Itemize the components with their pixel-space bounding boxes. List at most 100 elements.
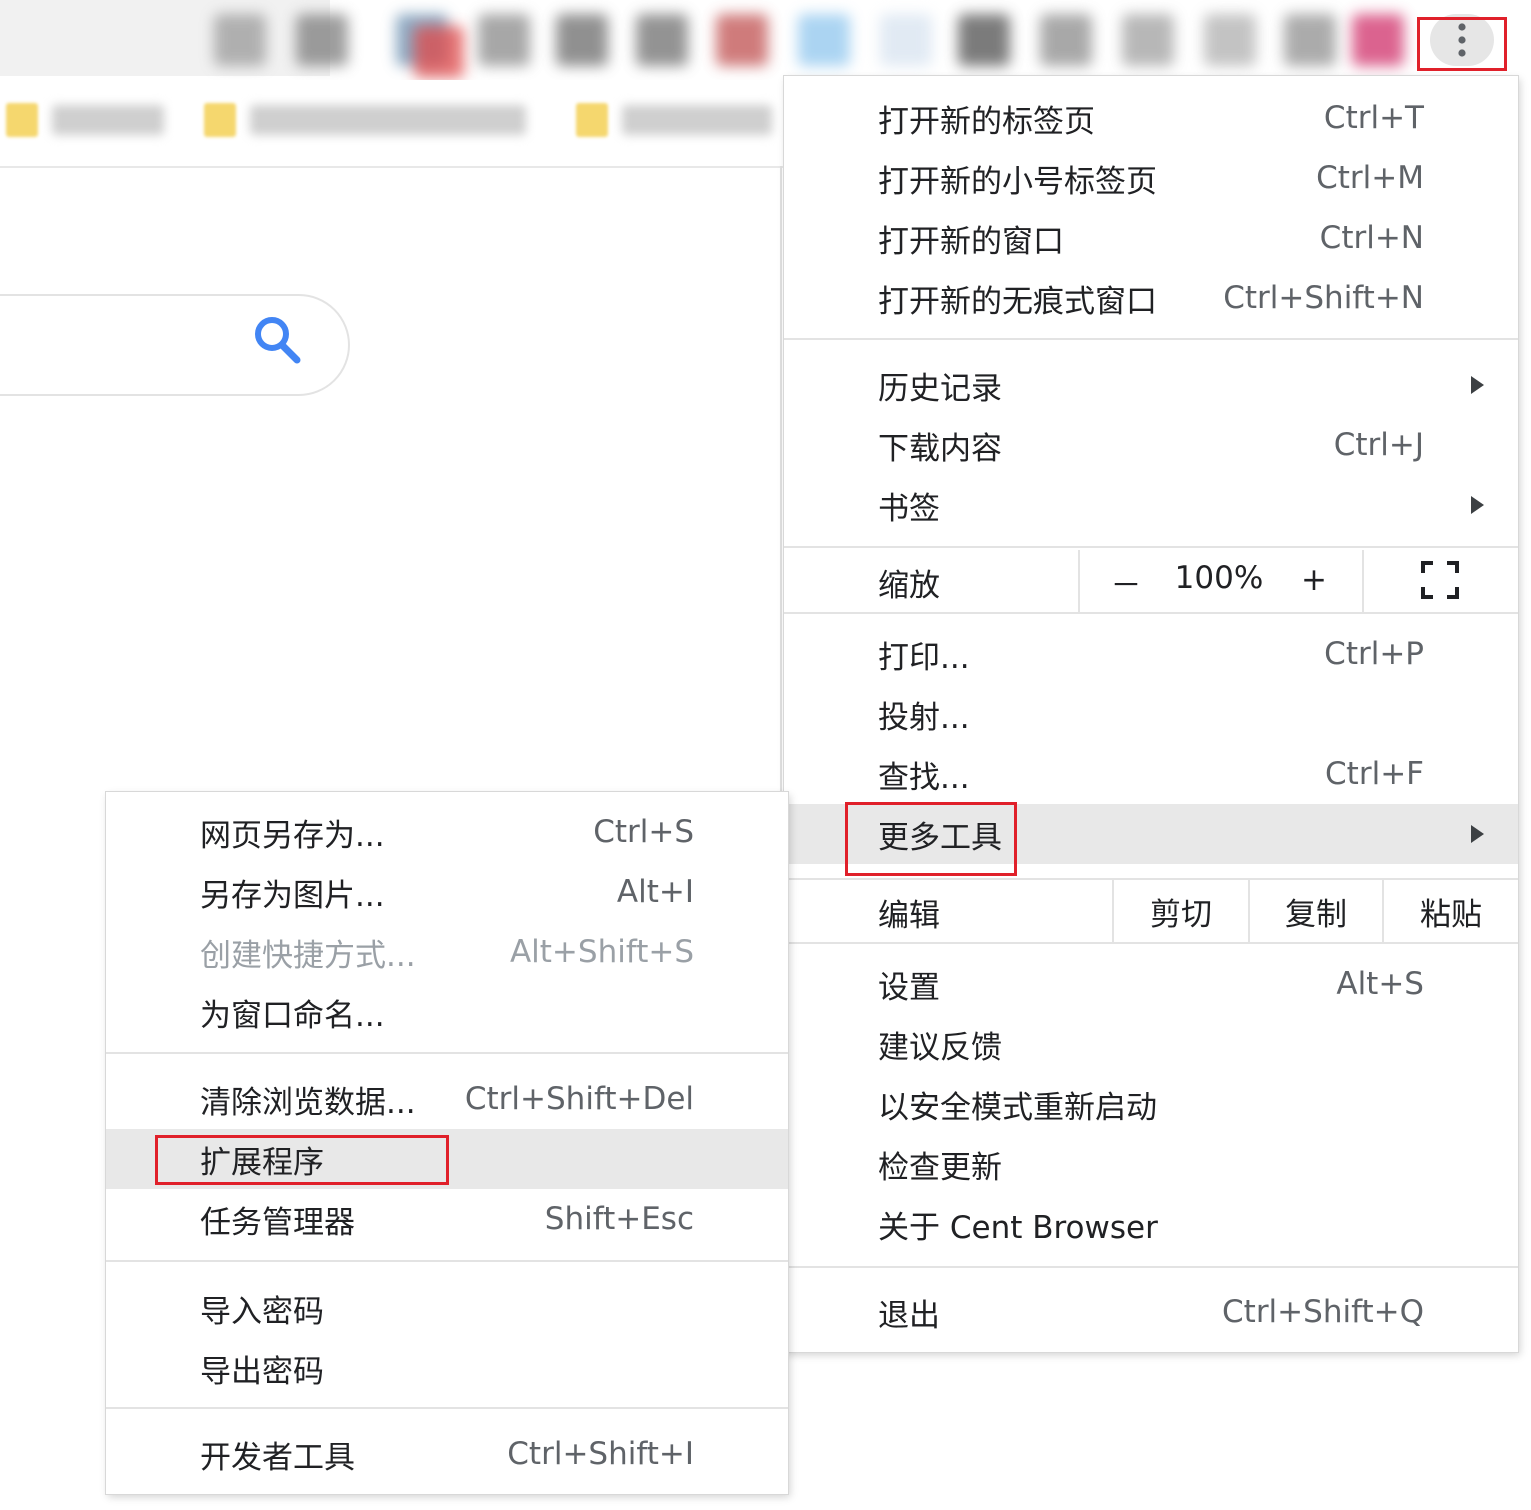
menu-item-shortcut: Shift+Esc: [544, 1201, 694, 1237]
bookmark-folder[interactable]: [576, 98, 772, 142]
extension-icon[interactable]: [296, 14, 348, 66]
page-divider: [780, 166, 782, 796]
zoom-in-button[interactable]: +: [1284, 550, 1344, 610]
menu-item-about[interactable]: 关于 Cent Browser: [784, 1194, 1518, 1254]
menu-item-new-tab[interactable]: 打开新的标签页 Ctrl+T: [784, 88, 1518, 148]
more-tools-submenu: 网页另存为... Ctrl+S 另存为图片... Alt+I 创建快捷方式...…: [106, 792, 788, 1494]
extension-icon[interactable]: [1122, 14, 1174, 66]
menu-item-label: 下载内容: [878, 430, 1002, 467]
extension-icon[interactable]: [716, 14, 768, 66]
menu-item-label: 编辑: [878, 897, 940, 934]
menu-item-shortcut: Ctrl+M: [1316, 160, 1424, 196]
menu-item-export-passwords[interactable]: 导出密码: [106, 1338, 788, 1398]
menu-item-save-page[interactable]: 网页另存为... Ctrl+S: [106, 802, 788, 862]
three-dots-vertical-icon[interactable]: [1430, 14, 1494, 66]
menu-item-shortcut: Ctrl+F: [1325, 756, 1424, 792]
extension-icon[interactable]: [478, 14, 530, 66]
menu-item-exit[interactable]: 退出 Ctrl+Shift+Q: [784, 1282, 1518, 1342]
bookmark-label: [622, 105, 772, 135]
extension-icon[interactable]: [1284, 14, 1336, 66]
menu-item-shortcut: Ctrl+N: [1319, 220, 1424, 256]
bookmarks-bar: [0, 80, 790, 168]
extension-icon[interactable]: [556, 14, 608, 66]
menu-item-dev-tools[interactable]: 开发者工具 Ctrl+Shift+I: [106, 1424, 788, 1484]
menu-separator: [106, 1407, 788, 1409]
menu-item-save-image[interactable]: 另存为图片... Alt+I: [106, 862, 788, 922]
menu-item-label: 检查更新: [878, 1149, 1002, 1186]
menu-item-label: 开发者工具: [200, 1439, 355, 1476]
zoom-level: 100%: [1174, 560, 1264, 596]
extension-icon[interactable]: [880, 14, 932, 66]
submenu-arrow-icon: [1471, 496, 1484, 514]
menu-item-find[interactable]: 查找... Ctrl+F: [784, 744, 1518, 804]
menu-item-settings[interactable]: 设置 Alt+S: [784, 954, 1518, 1014]
menu-item-label: 打开新的小号标签页: [878, 163, 1157, 200]
menu-item-label: 设置: [878, 969, 940, 1006]
menu-item-cast[interactable]: 投射...: [784, 684, 1518, 744]
menu-item-new-incognito[interactable]: 打开新的无痕式窗口 Ctrl+Shift+N: [784, 268, 1518, 328]
menu-separator: [106, 1260, 788, 1262]
menu-item-history[interactable]: 历史记录: [784, 355, 1518, 415]
bookmark-folder[interactable]: [204, 98, 526, 142]
menu-item-print[interactable]: 打印... Ctrl+P: [784, 624, 1518, 684]
menu-item-label: 以安全模式重新启动: [878, 1089, 1157, 1126]
menu-item-shortcut: Ctrl+J: [1333, 427, 1424, 463]
extension-icon[interactable]: [636, 14, 688, 66]
menu-item-label: 创建快捷方式...: [200, 937, 416, 974]
menu-item-safe-restart[interactable]: 以安全模式重新启动: [784, 1074, 1518, 1134]
menu-item-shortcut: Ctrl+Shift+N: [1223, 280, 1424, 316]
paste-button[interactable]: 粘贴: [1384, 880, 1518, 942]
fullscreen-icon[interactable]: [1404, 550, 1476, 610]
menu-item-import-passwords[interactable]: 导入密码: [106, 1278, 788, 1338]
folder-icon: [6, 103, 38, 137]
menu-item-clear-data[interactable]: 清除浏览数据... Ctrl+Shift+Del: [106, 1069, 788, 1129]
menu-item-name-window[interactable]: 为窗口命名...: [106, 982, 788, 1042]
menu-separator: [106, 1052, 788, 1054]
menu-item-feedback[interactable]: 建议反馈: [784, 1014, 1518, 1074]
menu-item-shortcut: Alt+Shift+S: [509, 934, 694, 970]
menu-item-label: 退出: [878, 1297, 940, 1334]
menu-separator: [784, 338, 1518, 340]
extension-icon[interactable]: [958, 14, 1010, 66]
menu-item-shortcut: Ctrl+T: [1323, 100, 1424, 136]
menu-item-task-manager[interactable]: 任务管理器 Shift+Esc: [106, 1189, 788, 1249]
menu-item-label: 打印...: [878, 639, 970, 676]
menu-item-label: 投射...: [878, 699, 970, 736]
menu-item-label: 建议反馈: [878, 1029, 1002, 1066]
menu-item-extensions[interactable]: 扩展程序: [106, 1129, 788, 1189]
zoom-out-button[interactable]: －: [1096, 552, 1156, 612]
menu-item-label: 缩放: [878, 567, 940, 604]
extension-icon[interactable]: [1040, 14, 1092, 66]
menu-item-shortcut: Alt+I: [616, 874, 694, 910]
menu-item-label: 导出密码: [200, 1353, 324, 1390]
copy-button[interactable]: 复制: [1250, 880, 1382, 942]
folder-icon: [204, 103, 236, 137]
menu-item-downloads[interactable]: 下载内容 Ctrl+J: [784, 415, 1518, 475]
menu-item-label: 历史记录: [878, 370, 1002, 407]
menu-item-shortcut: Alt+S: [1336, 966, 1424, 1002]
bookmark-label: [52, 105, 164, 135]
menu-item-label: 任务管理器: [200, 1204, 355, 1241]
avatar[interactable]: [1352, 14, 1404, 66]
cut-button[interactable]: 剪切: [1114, 880, 1248, 942]
main-menu: 打开新的标签页 Ctrl+T 打开新的小号标签页 Ctrl+M 打开新的窗口 C…: [784, 76, 1518, 1352]
menu-item-bookmarks[interactable]: 书签: [784, 475, 1518, 535]
bookmark-folder[interactable]: [6, 98, 164, 142]
menu-item-new-window[interactable]: 打开新的窗口 Ctrl+N: [784, 208, 1518, 268]
menu-item-label: 书签: [878, 490, 940, 527]
menu-item-shortcut: Ctrl+S: [593, 814, 694, 850]
menu-item-new-small-tab[interactable]: 打开新的小号标签页 Ctrl+M: [784, 148, 1518, 208]
menu-item-more-tools[interactable]: 更多工具: [784, 804, 1518, 864]
bookmark-label: [250, 105, 526, 135]
menu-item-check-update[interactable]: 检查更新: [784, 1134, 1518, 1194]
address-bar-area: [0, 0, 330, 76]
menu-item-label: 打开新的窗口: [878, 223, 1064, 260]
extension-icon[interactable]: [414, 26, 464, 78]
menu-item-shortcut: Ctrl+P: [1324, 636, 1424, 672]
extension-icon[interactable]: [1204, 14, 1256, 66]
tab-strip: [0, 0, 1531, 80]
extension-icon[interactable]: [798, 14, 850, 66]
menu-item-label: 打开新的标签页: [878, 103, 1095, 140]
search-icon[interactable]: [252, 314, 302, 366]
extension-icon[interactable]: [214, 14, 266, 66]
